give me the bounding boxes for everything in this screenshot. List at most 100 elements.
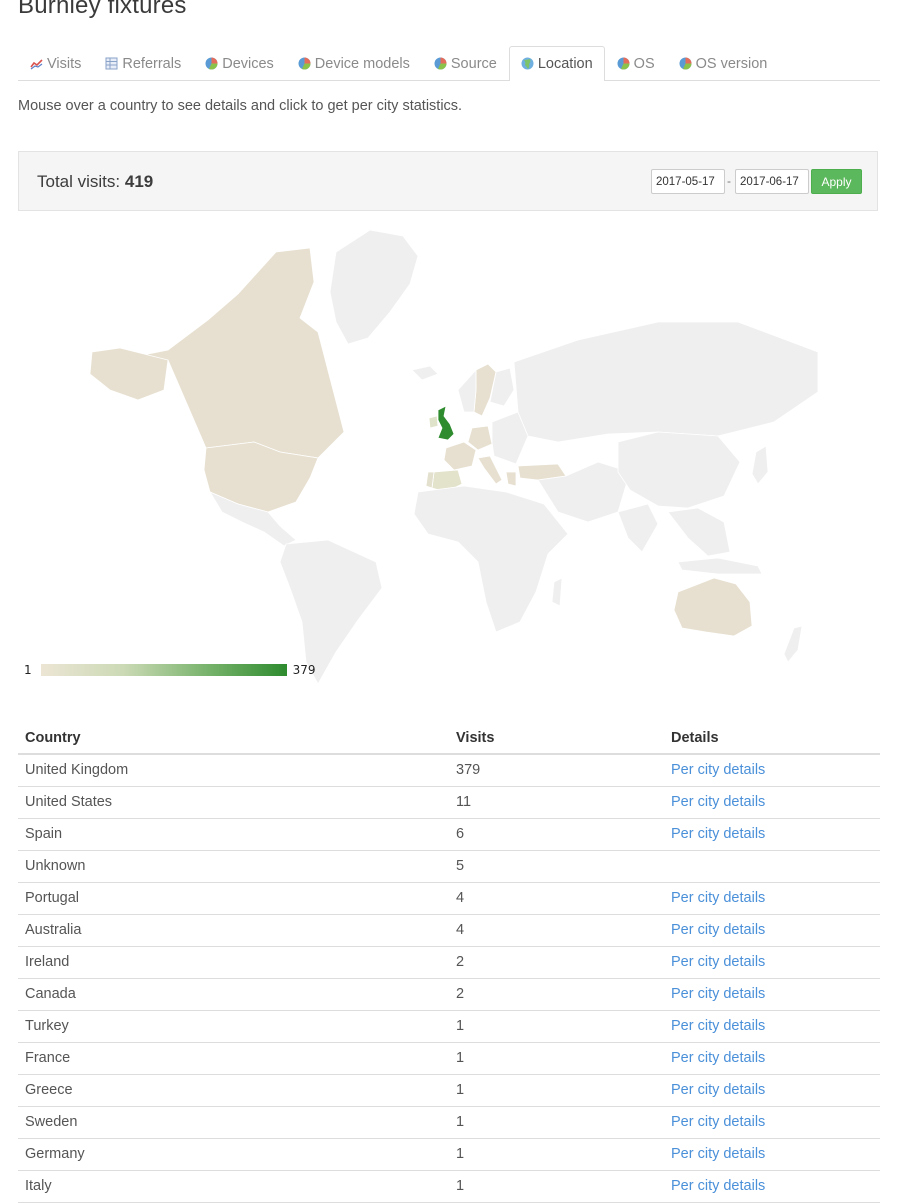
table-row: Turkey 1 Per city details — [18, 1010, 880, 1043]
per-city-details-link[interactable]: Per city details — [671, 1018, 765, 1034]
table-row: France 1 Per city details — [18, 1042, 880, 1075]
country-cell: Turkey — [18, 1010, 449, 1043]
pie-chart-icon — [298, 57, 311, 70]
country-china[interactable] — [617, 431, 741, 509]
visits-cell: 6 — [449, 818, 664, 851]
visits-cell: 4 — [449, 914, 664, 947]
per-city-details-link[interactable]: Per city details — [671, 1146, 765, 1162]
tab-label: Device models — [314, 55, 410, 72]
per-city-details-link[interactable]: Per city details — [671, 1114, 765, 1130]
per-city-details-link[interactable]: Per city details — [671, 1178, 765, 1194]
table-header-row: Country Visits Details — [18, 722, 880, 755]
visits-cell: 1 — [449, 1170, 664, 1203]
country-canada[interactable] — [117, 247, 345, 459]
country-cell: United Kingdom — [18, 754, 449, 787]
country-greenland[interactable] — [329, 229, 419, 345]
per-city-details-link[interactable]: Per city details — [671, 826, 765, 842]
visits-cell: 379 — [449, 754, 664, 787]
country-iceland[interactable] — [411, 365, 439, 381]
tab-referrals[interactable]: Referrals — [93, 46, 193, 80]
per-city-details-link[interactable]: Per city details — [671, 1050, 765, 1066]
tab-label: OS version — [695, 55, 768, 72]
legend-min: 1 — [24, 663, 32, 677]
summary-panel: Total visits: 419 - Apply — [18, 151, 878, 211]
country-table: Country Visits Details United Kingdom 379… — [18, 722, 880, 1203]
per-city-details-link[interactable]: Per city details — [671, 890, 765, 906]
country-cell: France — [18, 1042, 449, 1075]
per-city-details-link[interactable]: Per city details — [671, 922, 765, 938]
table-row: Unknown 5 — [18, 850, 880, 883]
country-new-zealand[interactable] — [783, 625, 803, 663]
country-southeast-asia[interactable] — [667, 507, 731, 557]
visits-cell: 5 — [449, 850, 664, 883]
per-city-details-link[interactable]: Per city details — [671, 954, 765, 970]
country-australia[interactable] — [673, 577, 753, 637]
line-chart-icon — [30, 59, 43, 70]
country-france[interactable] — [443, 441, 477, 471]
country-madagascar[interactable] — [551, 577, 563, 607]
date-to-input[interactable] — [735, 169, 809, 194]
table-row: Portugal 4 Per city details — [18, 882, 880, 915]
country-africa[interactable] — [413, 485, 569, 633]
date-from-input[interactable] — [651, 169, 725, 194]
tab-label: OS — [633, 55, 655, 72]
per-city-details-link[interactable]: Per city details — [671, 762, 765, 778]
tab-source[interactable]: Source — [422, 46, 509, 80]
table-row: Spain 6 Per city details — [18, 818, 880, 851]
pie-chart-icon — [205, 57, 218, 70]
tab-location[interactable]: Location — [508, 46, 605, 81]
table-row: United States 11 Per city details — [18, 786, 880, 819]
per-city-details-link[interactable]: Per city details — [671, 1082, 765, 1098]
details-cell: Per city details — [664, 1042, 880, 1075]
country-russia[interactable] — [513, 321, 819, 443]
tab-os-version[interactable]: OS version — [667, 46, 780, 80]
total-visits-value: 419 — [124, 172, 154, 191]
visits-cell: 1 — [449, 1138, 664, 1171]
country-ireland[interactable] — [428, 415, 439, 429]
country-indonesia[interactable] — [677, 557, 763, 575]
country-italy[interactable] — [477, 455, 503, 485]
intro-text: Mouse over a country to see details and … — [18, 98, 463, 114]
country-japan[interactable] — [751, 445, 769, 485]
country-cell: Sweden — [18, 1106, 449, 1139]
details-cell: Per city details — [664, 1106, 880, 1139]
world-map — [18, 222, 880, 692]
visits-cell: 1 — [449, 1010, 664, 1043]
table-row: Italy 1 Per city details — [18, 1170, 880, 1203]
tab-device-models[interactable]: Device models — [286, 46, 422, 80]
table-icon — [105, 57, 118, 70]
page-title: Burnley fixtures — [18, 0, 187, 19]
table-row: United Kingdom 379 Per city details — [18, 754, 880, 787]
per-city-details-link[interactable]: Per city details — [671, 986, 765, 1002]
legend-gradient — [40, 664, 287, 676]
total-visits-label: Total visits: — [37, 172, 121, 191]
table-row: Germany 1 Per city details — [18, 1138, 880, 1171]
tab-label: Location — [537, 55, 593, 72]
details-cell: Per city details — [664, 1074, 880, 1107]
country-germany[interactable] — [467, 425, 493, 451]
details-cell: Per city details — [664, 1010, 880, 1043]
details-cell — [664, 850, 880, 883]
country-norway[interactable] — [457, 368, 477, 413]
tab-bar: Visits Referrals Devices Device models S… — [18, 46, 880, 81]
date-separator: - — [727, 174, 731, 188]
legend-max: 379 — [292, 663, 316, 677]
tab-devices[interactable]: Devices — [193, 46, 286, 80]
visits-cell: 11 — [449, 786, 664, 819]
details-cell: Per city details — [664, 754, 880, 787]
country-united-kingdom[interactable] — [437, 405, 455, 441]
world-map-svg — [89, 229, 819, 685]
details-cell: Per city details — [664, 1170, 880, 1203]
country-cell: Spain — [18, 818, 449, 851]
country-india[interactable] — [617, 503, 659, 553]
country-cell: Canada — [18, 978, 449, 1011]
tab-os[interactable]: OS — [605, 46, 667, 80]
details-cell: Per city details — [664, 1138, 880, 1171]
pie-chart-icon — [434, 57, 447, 70]
apply-button[interactable]: Apply — [811, 169, 862, 194]
visits-cell: 2 — [449, 978, 664, 1011]
tab-visits[interactable]: Visits — [18, 46, 93, 80]
country-greece[interactable] — [505, 471, 517, 487]
country-cell: Portugal — [18, 882, 449, 915]
per-city-details-link[interactable]: Per city details — [671, 794, 765, 810]
